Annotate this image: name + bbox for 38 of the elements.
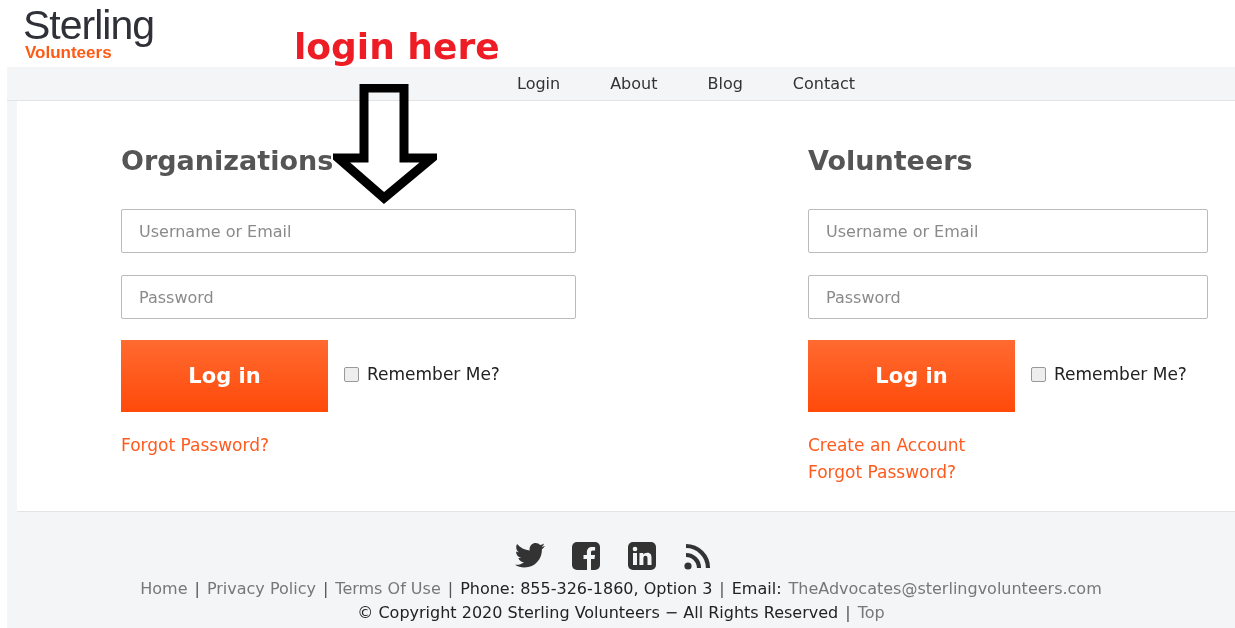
footer-link[interactable]: Privacy Policy — [206, 577, 316, 601]
username-field[interactable]: Username or Email — [808, 209, 1208, 253]
login-button[interactable]: Log in — [121, 340, 328, 412]
nav-link[interactable]: Blog — [707, 74, 743, 93]
remember-label: Remember Me? — [367, 364, 500, 384]
login-button[interactable]: Log in — [808, 340, 1015, 412]
separator-text: | — [322, 578, 329, 600]
separator-text: | — [194, 578, 200, 600]
footer-link[interactable]: Home — [140, 577, 188, 601]
facebook-icon[interactable] — [570, 542, 601, 570]
section-heading: Organizations — [121, 145, 335, 177]
rss-icon[interactable] — [682, 542, 713, 570]
nav-link[interactable]: Login — [517, 74, 561, 93]
logo-tagline: Volunteers — [25, 44, 112, 62]
password-field[interactable]: Password — [808, 275, 1208, 319]
separator-text: | — [447, 578, 454, 600]
footer-text: © Copyright 2020 Sterling Volunteers − All Rights Reserved — [357, 602, 839, 624]
username-field[interactable]: Username or Email — [121, 209, 576, 253]
footer-text: Phone: 855-326-1860, Option 3 — [460, 578, 713, 600]
separator-text: | — [845, 602, 851, 624]
nav-link[interactable]: About — [610, 74, 658, 93]
remember-checkbox[interactable] — [344, 366, 359, 382]
footer-link[interactable]: TheAdvocates@sterlingvolunteers.com — [788, 577, 1102, 601]
bird-icon[interactable] — [514, 542, 545, 570]
account-link[interactable]: Forgot Password? — [121, 432, 269, 459]
footer-text: Email: — [731, 578, 782, 600]
remember-checkbox[interactable] — [1031, 366, 1046, 382]
footer-link[interactable]: Terms Of Use — [335, 577, 441, 601]
remember-label: Remember Me? — [1054, 364, 1187, 384]
footer-link[interactable]: Top — [857, 601, 885, 625]
separator-text: | — [719, 578, 725, 600]
account-link[interactable]: Forgot Password? — [808, 459, 956, 486]
section-heading: Volunteers — [808, 145, 974, 177]
nav-link[interactable]: Contact — [792, 74, 856, 93]
account-link[interactable]: Create an Account — [808, 432, 966, 459]
password-field[interactable]: Password — [121, 275, 576, 319]
annotation-text: login here — [294, 26, 500, 67]
linkedin-icon[interactable] — [626, 542, 657, 570]
